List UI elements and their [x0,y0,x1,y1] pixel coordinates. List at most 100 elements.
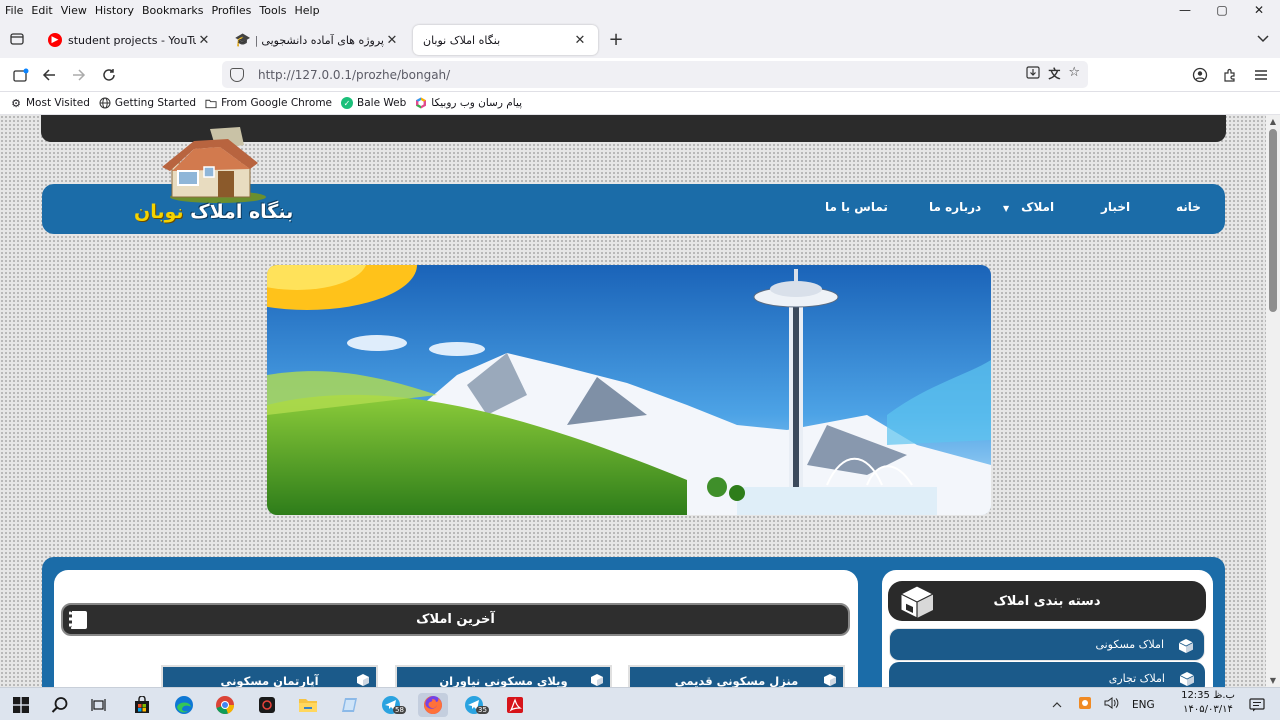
bale-icon: ✓ [341,97,354,109]
address-bar[interactable]: http://127.0.0.1/prozhe/bongah/ 文 ☆ [222,61,1088,88]
extensions-icon[interactable] [1218,63,1242,87]
nav-home[interactable]: خانه [1176,200,1201,214]
logo-part-2: نوبان [134,201,184,223]
notifications-icon[interactable] [1245,693,1269,717]
minimize-button[interactable]: — [1168,0,1202,20]
chrome-icon[interactable] [213,693,237,717]
globe-icon [99,97,111,109]
app-menu-icon[interactable] [1249,63,1273,87]
bookmark-label: پیام رسان وب روبیکا [431,97,523,109]
close-tab-icon[interactable]: ✕ [196,33,212,48]
translate-icon[interactable]: 文 [1048,65,1060,83]
property-card-old-house[interactable]: منزل مسکونی قدیمی [628,665,845,687]
sidebar-icon[interactable] [9,63,33,87]
menu-profiles[interactable]: Profiles [207,4,255,17]
system-clock[interactable]: 12:35 ب.ظ ۱۴۰۵/۰۳/۱۴ [1180,689,1236,717]
property-card-niavaran-villa[interactable]: ویلای مسکونی نیاوران [395,665,612,687]
menu-view[interactable]: View [57,4,91,17]
tab-bongah[interactable]: بنگاه املاک نوبان ✕ [413,25,598,55]
nav-about[interactable]: درباره ما [929,200,981,214]
category-commercial[interactable]: املاک تجاری [889,662,1205,687]
menu-tools[interactable]: Tools [255,4,290,17]
nav-news[interactable]: اخبار [1101,200,1130,214]
reload-button[interactable] [97,63,121,87]
windows-taskbar: 58 35 ENG 12:35 ب.ظ ۱۴۰۵/۰۳/۱۴ [0,687,1280,720]
graduation-cap-icon: 🎓 [234,32,252,48]
notes-icon[interactable] [338,693,362,717]
file-explorer-icon[interactable] [296,693,320,717]
youtube-icon: ▶ [48,33,62,47]
menu-edit[interactable]: Edit [27,4,56,17]
tracking-protection-icon[interactable] [230,67,244,82]
nav-contact[interactable]: تماس با ما [825,200,888,214]
bookmark-star-icon[interactable]: ☆ [1068,65,1080,83]
forward-button[interactable] [67,63,91,87]
url-text[interactable]: http://127.0.0.1/prozhe/bongah/ [258,68,450,82]
close-window-button[interactable]: ✕ [1242,0,1276,20]
menu-bookmarks[interactable]: Bookmarks [138,4,207,17]
scroll-down-arrow-icon[interactable]: ▼ [1268,676,1278,685]
telegram-icon[interactable]: 35 [462,693,489,717]
category-residential[interactable]: املاک مسکونی [889,628,1205,661]
house-logo-icon [162,127,266,203]
back-button[interactable] [37,63,61,87]
latest-properties-title: آخرین املاک [416,612,495,627]
page-scrollbar[interactable]: ▲ ▼ [1266,115,1280,687]
tab-title: بنگاه املاک نوبان [423,33,501,47]
scrollbar-thumb[interactable] [1269,129,1277,312]
bookmark-getting-started[interactable]: Getting Started [99,97,196,109]
bookmark-bale-web[interactable]: ✓ Bale Web [341,97,406,109]
nav-properties[interactable]: ▼ املاک [1003,200,1054,214]
task-view-icon[interactable] [87,693,111,717]
bookmark-from-google-chrome[interactable]: From Google Chrome [205,97,332,109]
tab-overview-icon[interactable] [5,27,29,51]
menu-file[interactable]: File [0,4,27,17]
folder-icon [205,97,217,109]
tab-title: student projects - YouTube [68,33,196,47]
categories-title: دسته بندی املاک [993,593,1101,609]
logo-part-1: بنگاه املاک [190,201,294,223]
clock-time: 12:35 ب.ظ [1181,690,1235,701]
bookmark-most-visited[interactable]: ⚙ Most Visited [10,96,90,110]
volume-icon[interactable] [1104,697,1120,712]
bookmark-rubika[interactable]: پیام رسان وب روبیکا [415,97,522,109]
input-language[interactable]: ENG [1132,699,1155,711]
navigation-toolbar: http://127.0.0.1/prozhe/bongah/ 文 ☆ [0,58,1280,92]
content-panel: آخرین املاک منزل مسکونی قدیمی ویلای مسکو… [42,557,1225,687]
list-tabs-icon[interactable] [1251,27,1275,51]
url-bar-actions: 文 ☆ [1026,65,1080,83]
account-icon[interactable] [1188,63,1212,87]
close-tab-icon[interactable]: ✕ [384,33,400,48]
download-page-icon[interactable] [1026,65,1040,83]
windows-start-icon[interactable] [9,693,33,717]
card-title: ویلای مسکونی نیاوران [439,674,568,687]
category-label: املاک مسکونی [1095,638,1164,651]
app-icon[interactable] [255,693,279,717]
tray-app-icon[interactable] [1078,696,1092,713]
acrobat-icon[interactable] [503,693,527,717]
edge-icon[interactable] [172,693,196,717]
page-viewport: خانه اخبار ▼ املاک درباره ما تماس با ما ب… [0,115,1266,687]
new-tab-button[interactable]: + [604,27,628,51]
scroll-up-arrow-icon[interactable]: ▲ [1268,117,1278,126]
show-hidden-icons-icon[interactable] [1052,699,1062,711]
menu-help[interactable]: Help [291,4,324,17]
menu-history[interactable]: History [91,4,138,17]
menu-bar: File Edit View History Bookmarks Profile… [0,0,1280,20]
hero-banner-image [267,265,991,515]
tab-youtube[interactable]: ▶ student projects - YouTube ✕ [38,25,222,55]
categories-header: دسته بندی املاک [888,581,1206,621]
site-logo-text[interactable]: بنگاه املاک نوبان [134,201,293,223]
gear-icon: ⚙ [11,96,21,110]
maximize-button[interactable]: ▢ [1205,0,1239,20]
property-card-apartment[interactable]: آپارتمان مسکونی [161,665,378,687]
tab-student-projects[interactable]: 🎓 پروژه های آماده دانشجویی | دانل ✕ [226,25,410,55]
rubika-icon [415,97,427,109]
search-icon[interactable] [48,693,72,717]
store-icon[interactable] [130,693,154,717]
notification-badge: 58 [393,706,406,714]
box-icon [1179,672,1195,686]
telegram-icon[interactable]: 58 [379,693,406,717]
close-tab-icon[interactable]: ✕ [572,33,588,48]
firefox-icon[interactable] [418,693,448,717]
